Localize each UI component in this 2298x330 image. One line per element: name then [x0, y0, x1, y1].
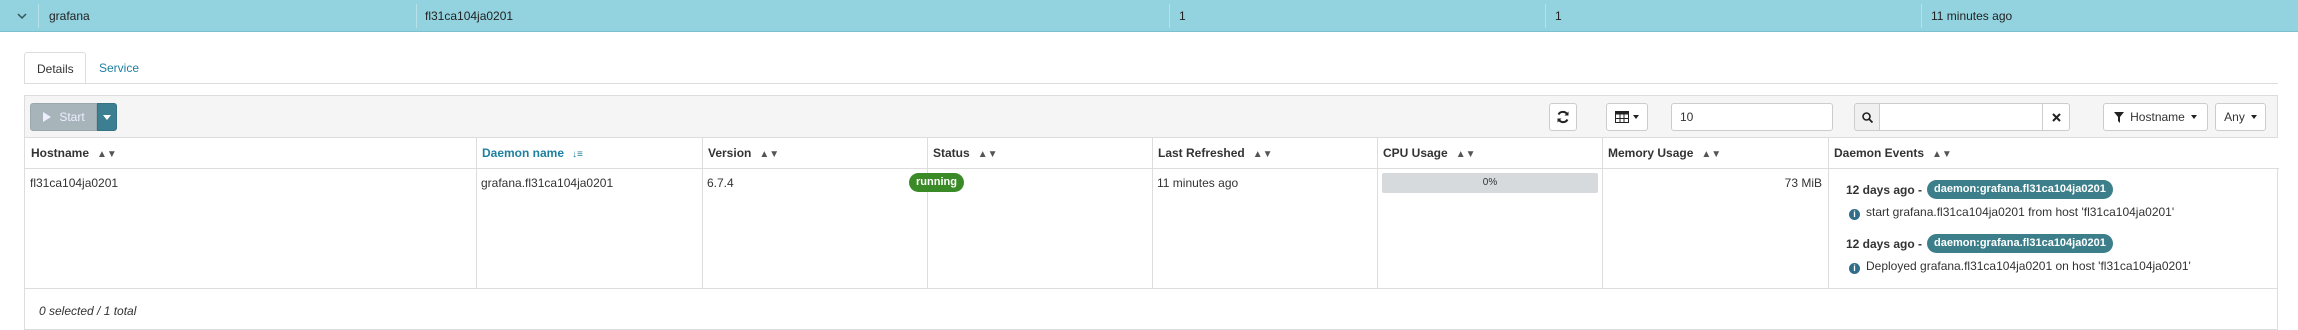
column-divider: [1377, 138, 1378, 288]
event-message: i start grafana.fl31ca104ja0201 from host…: [1849, 205, 2174, 220]
column-divider: [927, 138, 928, 288]
sort-icon: ▲▼: [1252, 149, 1273, 160]
search-icon-addon: [1854, 103, 1880, 131]
filter-icon: [2114, 111, 2125, 123]
column-label: Hostname: [31, 146, 90, 160]
cpu-usage-bar: 0%: [1382, 173, 1598, 193]
clear-search-button[interactable]: [2042, 103, 2070, 131]
selection-summary: 0 selected / 1 total: [39, 304, 137, 318]
event-time: 12 days ago -: [1846, 237, 1923, 251]
caret-down-icon: [2250, 115, 2257, 119]
column-toggle-button[interactable]: [1606, 103, 1648, 131]
sort-icon: ▲▼: [97, 149, 117, 160]
service-row[interactable]: grafana fl31ca104ja0201 1 1 11 minutes a…: [0, 0, 2298, 32]
sort-icon: ▲▼: [759, 149, 780, 160]
filter-value-label: Any: [2224, 110, 2245, 124]
event-daemon-badge: daemon:grafana.fl31ca104ja0201: [1927, 180, 2113, 199]
cell-memory-usage: 73 MiB: [1784, 176, 1822, 190]
divider: [38, 4, 39, 28]
column-label: Status: [933, 146, 970, 160]
divider: [1169, 4, 1170, 28]
divider: [1921, 4, 1922, 28]
cpu-usage-text: 0%: [1482, 177, 1498, 188]
column-divider: [702, 138, 703, 288]
divider: [416, 4, 417, 28]
cell-last-refreshed: 11 minutes ago: [1157, 176, 1239, 190]
column-header-daemon-name[interactable]: Daemon name ↓≡: [476, 138, 583, 169]
table-toolbar: Start 10 Hostname Any: [24, 95, 2278, 137]
event-message-text: Deployed grafana.fl31ca104ja0201 on host…: [1866, 259, 2191, 273]
filter-by-label: Hostname: [2130, 110, 2185, 124]
column-label: Memory Usage: [1608, 146, 1694, 160]
play-icon: [43, 112, 52, 122]
start-dropdown-toggle[interactable]: [97, 103, 117, 131]
divider: [1545, 4, 1546, 28]
service-last-refreshed: 11 minutes ago: [1931, 9, 2013, 23]
caret-down-icon: [103, 114, 111, 120]
column-divider: [1828, 138, 1829, 288]
filter-by-dropdown[interactable]: Hostname: [2103, 103, 2208, 131]
search-input[interactable]: [1879, 103, 2043, 131]
info-icon: i: [1849, 263, 1860, 274]
service-size: 1: [1555, 9, 1562, 23]
chevron-down-icon[interactable]: [14, 8, 30, 24]
sort-icon: ▲▼: [1932, 149, 1952, 160]
caret-down-icon: [2190, 115, 2197, 119]
column-divider: [1602, 138, 1603, 288]
service-host: fl31ca104ja0201: [425, 9, 514, 23]
column-divider: [476, 138, 477, 288]
start-button[interactable]: Start: [30, 103, 97, 131]
service-name: grafana: [49, 9, 90, 23]
column-header-cpu-usage[interactable]: CPU Usage ▲▼: [1377, 138, 1475, 169]
table-icon: [1615, 111, 1629, 123]
tab-details[interactable]: Details: [24, 52, 86, 84]
tab-divider: [24, 83, 2278, 84]
column-label: Last Refreshed: [1158, 146, 1245, 160]
cell-hostname: fl31ca104ja0201: [30, 176, 119, 190]
column-header-daemon-events[interactable]: Daemon Events ▲▼: [1828, 138, 1952, 169]
column-label: Daemon name: [482, 146, 565, 160]
sort-icon: ▲▼: [1701, 149, 1722, 160]
column-label: CPU Usage: [1383, 146, 1448, 160]
refresh-button[interactable]: [1549, 103, 1577, 131]
caret-down-icon: [1633, 115, 1639, 119]
event-message-text: start grafana.fl31ca104ja0201 from host …: [1866, 205, 2175, 219]
event-message: i Deployed grafana.fl31ca104ja0201 on hos…: [1849, 259, 2191, 274]
start-button-label: Start: [59, 110, 85, 124]
event-time: 12 days ago -: [1846, 183, 1923, 197]
event-daemon-badge: daemon:grafana.fl31ca104ja0201: [1927, 234, 2113, 253]
filter-value-dropdown[interactable]: Any: [2215, 103, 2266, 131]
refresh-icon: [1557, 110, 1569, 124]
service-running-count: 1: [1179, 9, 1186, 23]
cell-daemon-name: grafana.fl31ca104ja0201: [481, 176, 614, 190]
column-label: Version: [708, 146, 752, 160]
page-size-input[interactable]: 10: [1671, 103, 1833, 131]
status-badge: running: [909, 173, 964, 192]
column-divider: [1152, 138, 1153, 288]
sort-icon: ▲▼: [1455, 149, 1476, 160]
tab-service-events[interactable]: Service Events: [87, 52, 151, 107]
column-header-memory-usage[interactable]: Memory Usage ▲▼: [1602, 138, 1721, 169]
info-icon: i: [1849, 209, 1860, 220]
sort-icon: ▲▼: [977, 149, 998, 160]
close-icon: [2051, 112, 2061, 122]
column-label: Daemon Events: [1834, 146, 1925, 160]
column-header-last-refreshed[interactable]: Last Refreshed ▲▼: [1152, 138, 1273, 169]
search-icon: [1861, 111, 1873, 123]
sort-ascending-icon: ↓≡: [572, 149, 583, 160]
cell-version: 6.7.4: [707, 176, 734, 190]
column-header-version[interactable]: Version ▲▼: [702, 138, 779, 169]
column-header-hostname[interactable]: Hostname ▲▼: [25, 138, 117, 169]
table-footer: 0 selected / 1 total: [24, 288, 2278, 330]
column-header-status[interactable]: Status ▲▼: [927, 138, 997, 169]
